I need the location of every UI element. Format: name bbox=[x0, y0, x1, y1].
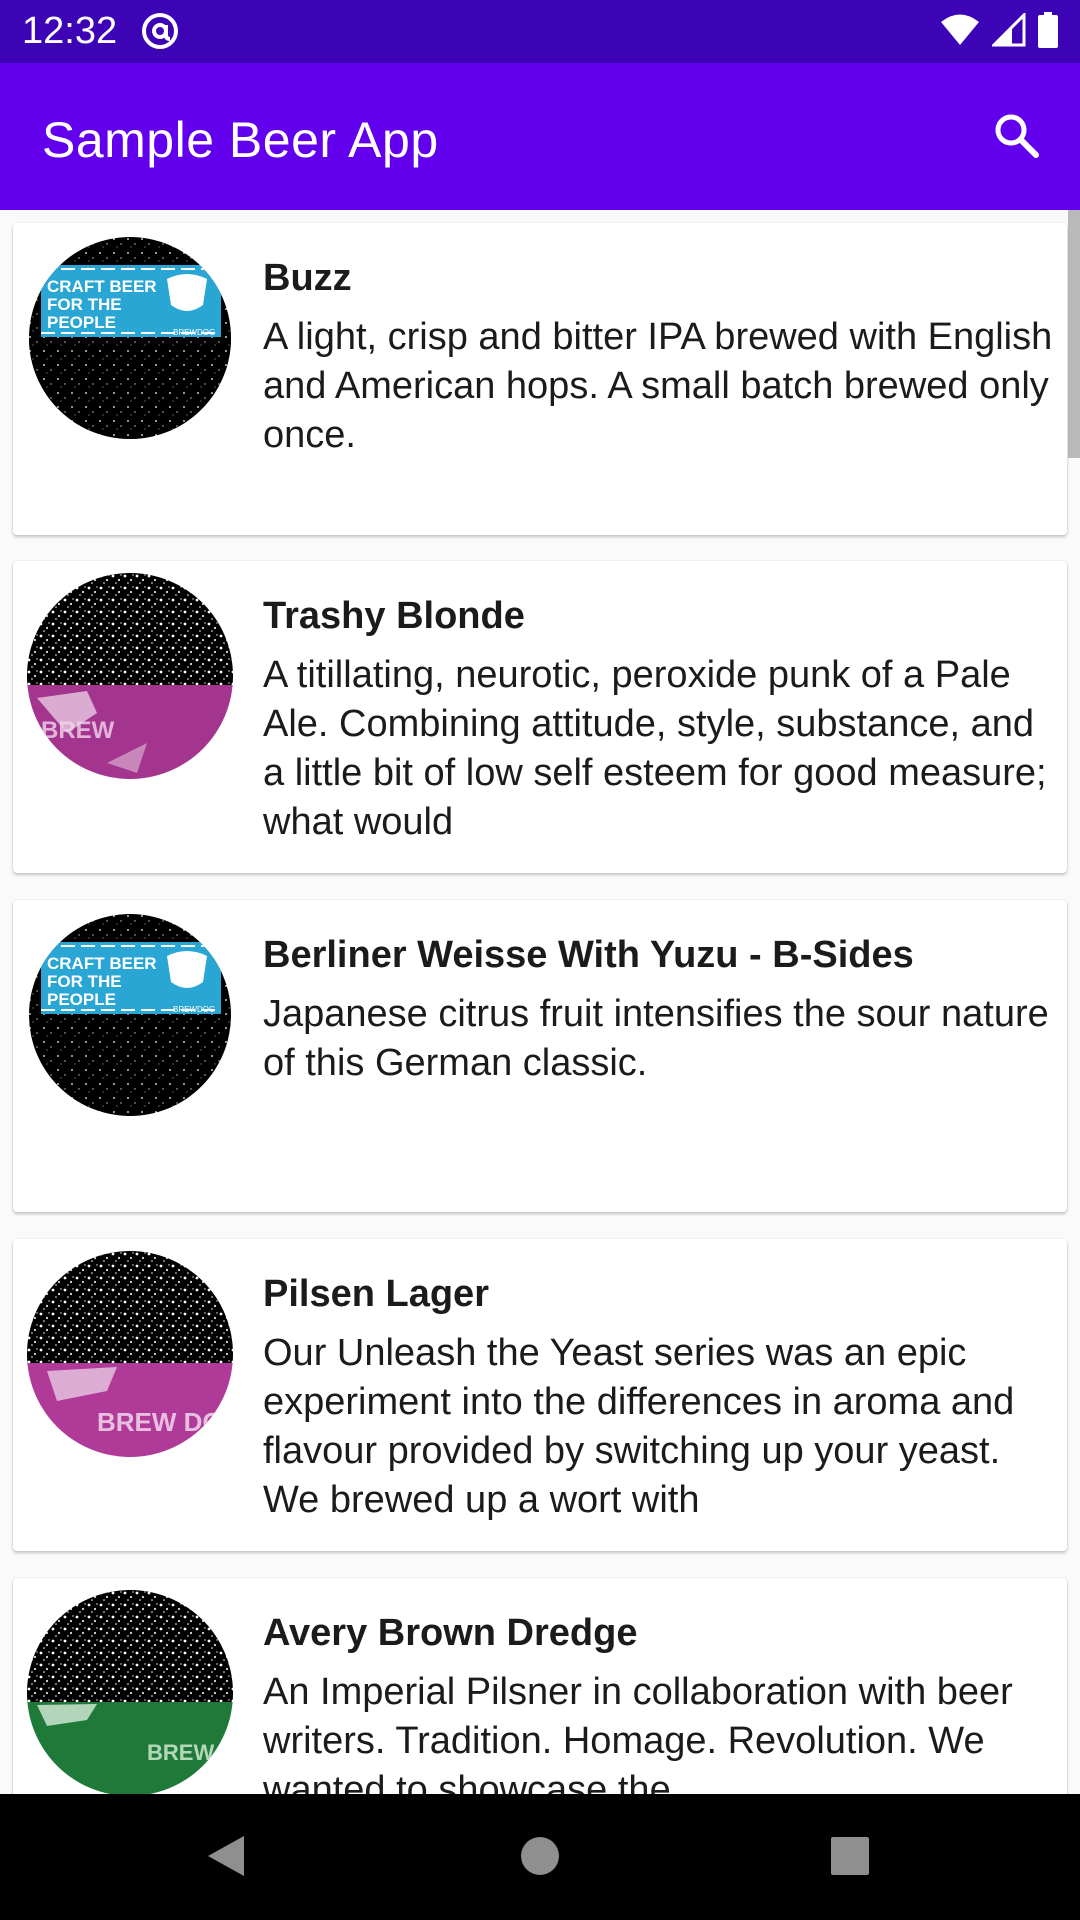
beer-description: Japanese citrus fruit intensifies the so… bbox=[263, 993, 1049, 1084]
back-button[interactable] bbox=[196, 1828, 256, 1888]
home-icon bbox=[518, 1834, 562, 1883]
status-time: 12:32 bbox=[22, 10, 118, 52]
beer-card[interactable]: CRAFT BEER FOR THE PEOPLE BREWDOG Berlin… bbox=[13, 900, 1067, 1212]
beer-description: Our Unleash the Yeast series was an epic… bbox=[263, 1332, 1015, 1521]
home-button[interactable] bbox=[510, 1828, 570, 1888]
beer-name: Pilsen Lager bbox=[263, 1273, 489, 1315]
signal-icon bbox=[990, 10, 1026, 52]
wifi-icon bbox=[940, 13, 980, 52]
label-text: CRAFT BEER bbox=[47, 277, 157, 296]
label-brand: BREWDOG bbox=[173, 1005, 215, 1014]
beer-description: A titillating, neurotic, peroxide punk o… bbox=[263, 654, 1047, 843]
beer-card[interactable]: BREW DOG Avery Brown Dredge An Imperial … bbox=[13, 1578, 1067, 1794]
label-text: FOR THE bbox=[47, 972, 122, 991]
battery-icon bbox=[1038, 11, 1058, 53]
back-icon bbox=[204, 1832, 248, 1885]
status-bar: 12:32 bbox=[0, 0, 1080, 63]
label-text: FOR THE bbox=[47, 295, 122, 314]
beer-name: Trashy Blonde bbox=[263, 595, 525, 637]
beer-image-brewdog-green: BREW DOG bbox=[27, 1590, 234, 1794]
beer-image-brewdog-pink: BREW bbox=[27, 573, 234, 780]
label-text: CRAFT BEER bbox=[47, 954, 157, 973]
beer-card[interactable]: BREW DOG Pilsen Lager Our Unleash the Ye… bbox=[13, 1239, 1067, 1551]
label-text: PEOPLE bbox=[47, 313, 116, 332]
label-text: PEOPLE bbox=[47, 990, 116, 1009]
label-brand: BREW bbox=[41, 717, 115, 744]
app-bar: Sample Beer App bbox=[0, 63, 1080, 210]
navigation-bar bbox=[0, 1794, 1080, 1920]
beer-name: Avery Brown Dredge bbox=[263, 1612, 638, 1654]
beer-description: A light, crisp and bitter IPA brewed wit… bbox=[263, 316, 1053, 456]
beer-card[interactable]: BREW Trashy Blonde A titillating, neurot… bbox=[13, 561, 1067, 873]
label-brand: BREW DOG bbox=[97, 1407, 234, 1437]
beer-image-brewdog-pink: BREW DOG bbox=[27, 1251, 234, 1458]
scrollbar-thumb[interactable] bbox=[1068, 210, 1080, 458]
beer-card[interactable]: CRAFT BEER FOR THE PEOPLE BREWDOG Buzz A… bbox=[13, 223, 1067, 535]
recents-icon bbox=[828, 1834, 872, 1883]
recents-button[interactable] bbox=[820, 1828, 880, 1888]
beer-image-craft-beer: CRAFT BEER FOR THE PEOPLE BREWDOG bbox=[27, 235, 234, 442]
beer-description: An Imperial Pilsner in collaboration wit… bbox=[263, 1671, 1013, 1794]
app-title: Sample Beer App bbox=[42, 112, 439, 168]
label-brand: BREW DOG bbox=[147, 1740, 234, 1765]
beer-list[interactable]: CRAFT BEER FOR THE PEOPLE BREWDOG Buzz A… bbox=[0, 210, 1080, 1794]
search-button[interactable] bbox=[986, 107, 1046, 167]
at-sign-icon bbox=[140, 11, 180, 51]
beer-name: Berliner Weisse With Yuzu - B-Sides bbox=[263, 934, 914, 976]
label-brand: BREWDOG bbox=[173, 328, 215, 337]
search-icon bbox=[992, 111, 1040, 164]
beer-name: Buzz bbox=[263, 257, 352, 299]
beer-image-craft-beer: CRAFT BEER FOR THE PEOPLE BREWDOG bbox=[27, 912, 234, 1119]
